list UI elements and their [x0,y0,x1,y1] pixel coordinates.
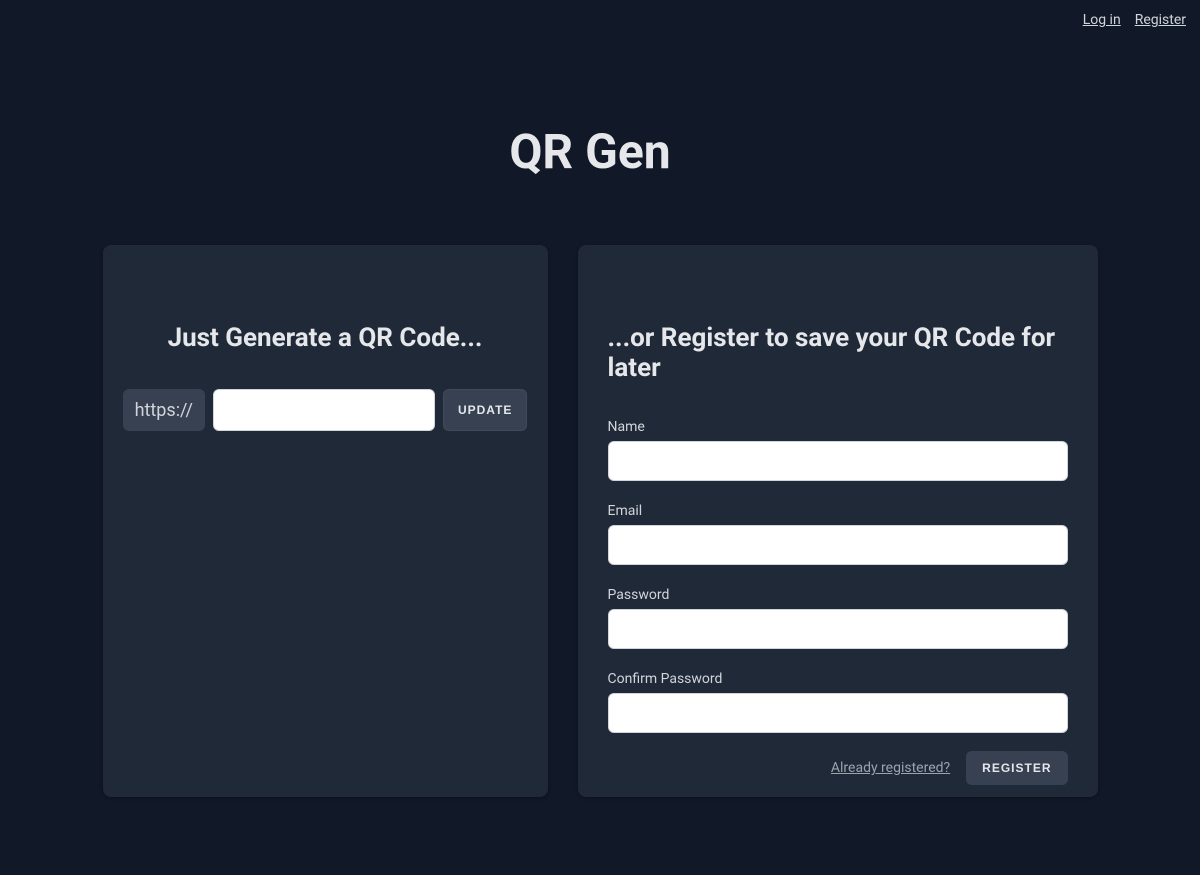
generate-heading: Just Generate a QR Code... [133,323,518,353]
email-field[interactable] [608,525,1068,565]
url-prefix: https:// [123,389,205,431]
confirm-password-field[interactable] [608,693,1068,733]
register-card: ...or Register to save your QR Code for … [578,245,1098,797]
form-footer: Already registered? REGISTER [608,751,1068,785]
already-registered-link[interactable]: Already registered? [831,760,950,776]
top-nav: Log in Register [0,0,1200,28]
register-button[interactable]: REGISTER [966,751,1067,785]
name-label: Name [608,419,1068,435]
update-button[interactable]: UPDATE [443,389,527,431]
email-label: Email [608,503,1068,519]
confirm-password-label: Confirm Password [608,671,1068,687]
url-row: https:// UPDATE [133,389,518,431]
generate-card: Just Generate a QR Code... https:// UPDA… [103,245,548,797]
password-label: Password [608,587,1068,603]
url-input[interactable] [213,389,435,431]
email-group: Email [608,503,1068,565]
register-link[interactable]: Register [1135,12,1186,28]
page-title: QR Gen [0,123,1200,180]
cards-container: Just Generate a QR Code... https:// UPDA… [0,245,1200,797]
name-field[interactable] [608,441,1068,481]
register-heading: ...or Register to save your QR Code for … [608,323,1068,383]
confirm-password-group: Confirm Password [608,671,1068,733]
password-group: Password [608,587,1068,649]
name-group: Name [608,419,1068,481]
login-link[interactable]: Log in [1083,12,1121,28]
password-field[interactable] [608,609,1068,649]
